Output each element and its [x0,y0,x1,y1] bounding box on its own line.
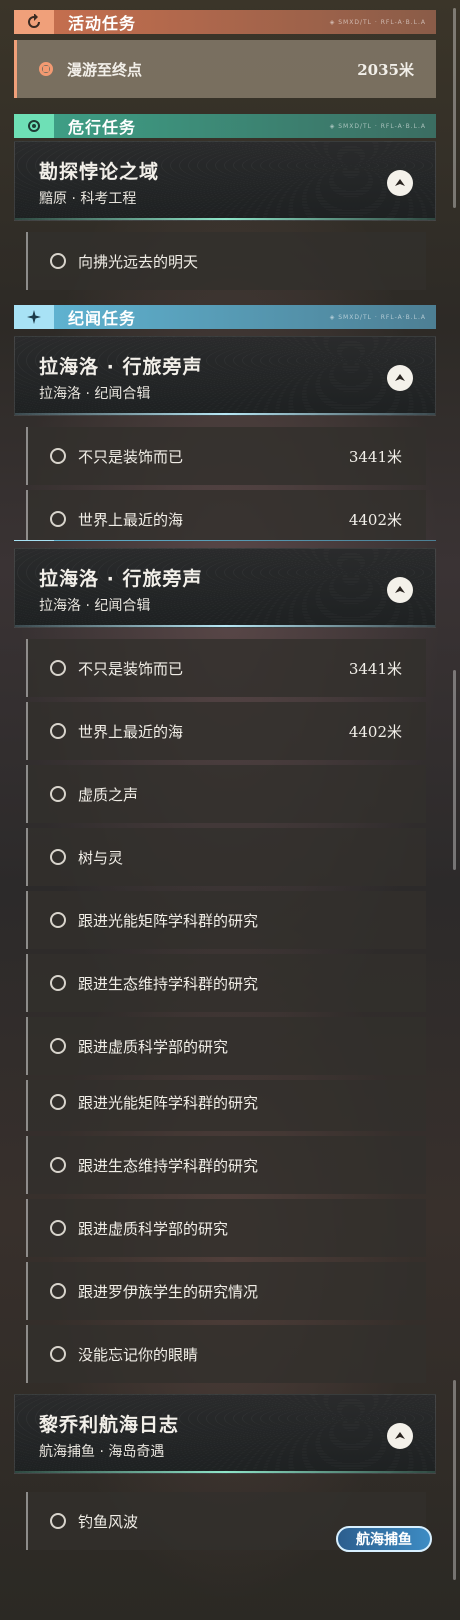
step-radio-icon [50,660,66,676]
quest-subtitle: 拉海洛 · 纪闻合辑 [39,386,151,402]
quest-subtitle: 拉海洛 · 纪闻合辑 [39,598,151,614]
quest-step-label: 虚质之声 [78,785,139,804]
quest-distance: 2035米 [357,60,414,79]
quest-step-row[interactable]: 跟进光能矩阵学科群的研究 [26,891,426,949]
quest-step-label: 跟进生态维持学科群的研究 [78,1156,259,1175]
quest-card-lore[interactable]: 拉海洛 · 行旅旁声 拉海洛 · 纪闻合辑 [14,548,436,628]
step-radio-icon [50,1220,66,1236]
step-radio-icon [50,1513,66,1529]
step-radio-icon [50,975,66,991]
collapse-chevron-icon[interactable] [387,577,413,603]
quest-step-row[interactable]: 树与灵 [26,828,426,886]
quest-step-label: 跟进光能矩阵学科群的研究 [78,1093,259,1112]
header-deco-text: ◈ SMXD/TL · RFL-A·B.L.A [329,122,426,130]
step-radio-icon [50,1094,66,1110]
step-radio-icon [50,786,66,802]
sparkle-icon [14,305,54,329]
collapse-chevron-icon[interactable] [387,365,413,391]
lore-quests-header: 纪闻任务 [14,540,436,541]
section-title: 纪闻任务 [68,540,136,541]
quest-step-label: 世界上最近的海 [78,722,184,741]
step-radio-icon [50,912,66,928]
section-title: 纪闻任务 [68,309,137,328]
quest-step-row[interactable]: 向拂光远去的明天 [26,232,426,290]
quest-step-row[interactable]: 不只是装饰而已 3441米 [26,427,426,485]
quest-subtitle: 航海捕鱼 · 海岛奇遇 [39,1444,165,1460]
step-radio-icon [50,723,66,739]
step-radio-icon [50,849,66,865]
quest-step-row[interactable]: 跟进生态维持学科群的研究 [26,954,426,1012]
quest-step-label: 不只是装饰而已 [78,659,184,678]
step-radio-icon [50,253,66,269]
quest-title: 勘探悖论之域 [39,161,160,183]
active-quest-row[interactable]: 漫游至终点 2035米 [14,40,436,98]
quest-step-row[interactable]: 跟进虚质科学部的研究 [26,1017,426,1075]
quest-card-lore[interactable]: 拉海洛 · 行旅旁声 拉海洛 · 纪闻合辑 [14,336,436,416]
collapse-chevron-icon[interactable] [387,170,413,196]
quest-card-danger[interactable]: 勘探悖论之域 黯原 · 科考工程 [14,141,436,221]
quest-title: 拉海洛 · 行旅旁声 [39,356,203,378]
step-radio-icon [50,1038,66,1054]
scrollbar[interactable] [453,1380,456,1580]
quest-step-label: 向拂光远去的明天 [78,252,199,271]
quest-title: 拉海洛 · 行旅旁声 [39,568,203,590]
scrollbar[interactable] [453,670,456,870]
quest-step-label: 跟进虚质科学部的研究 [78,1037,229,1056]
tracked-quest-icon [39,62,53,76]
quest-step-label: 不只是装饰而已 [78,447,184,466]
active-quests-header: 活动任务 ◈ SMXD/TL · RFL-A·B.L.A [14,10,436,34]
quest-step-label: 跟进虚质科学部的研究 [78,1219,229,1238]
quest-refresh-icon [14,10,54,34]
quest-step-row[interactable]: 世界上最近的海 4402米 [26,490,426,540]
quest-subtitle: 黯原 · 科考工程 [39,191,137,207]
header-deco-text: ◈ SMXD/TL · RFL-A·B.L.A [329,313,426,321]
step-radio-icon [50,1283,66,1299]
screenshot-segment-1: 活动任务 ◈ SMXD/TL · RFL-A·B.L.A 漫游至终点 2035米… [0,0,460,540]
scrollbar[interactable] [453,8,456,208]
quest-distance: 4402米 [348,722,402,741]
quest-step-row[interactable]: 跟进光能矩阵学科群的研究 [26,1080,426,1131]
quest-step-row[interactable]: 虚质之声 [26,765,426,823]
quest-step-label: 跟进光能矩阵学科群的研究 [78,911,259,930]
quest-step-label: 漫游至终点 [67,60,143,79]
quest-step-label: 跟进生态维持学科群的研究 [78,974,259,993]
quest-step-row[interactable]: 不只是装饰而已 3441米 [26,639,426,697]
sparkle-icon [14,540,54,541]
quest-step-row[interactable]: 没能忘记你的眼睛 [26,1325,426,1383]
step-radio-icon [50,1157,66,1173]
quest-step-row[interactable]: 跟进罗伊族学生的研究情况 [26,1262,426,1320]
quest-step-label: 世界上最近的海 [78,510,184,529]
section-title: 危行任务 [68,118,137,137]
gear-flower-icon [14,114,54,138]
fishing-event-badge[interactable]: 航海捕鱼 [336,1526,432,1552]
quest-distance: 3441米 [348,659,402,678]
step-radio-icon [50,448,66,464]
header-deco-text: ◈ SMXD/TL · RFL-A·B.L.A [329,18,426,26]
quest-title: 黎乔利航海日志 [39,1414,180,1436]
screenshot-segment-2: 纪闻任务 拉海洛 · 行旅旁声 拉海洛 · 纪闻合辑 不只是装饰而已 3441米… [0,540,460,1080]
quest-step-row[interactable]: 跟进生态维持学科群的研究 [26,1136,426,1194]
lore-quests-header: 纪闻任务 ◈ SMXD/TL · RFL-A·B.L.A [14,305,436,329]
quest-step-label: 树与灵 [78,848,124,867]
quest-step-label: 没能忘记你的眼睛 [78,1345,199,1364]
quest-step-row[interactable]: 世界上最近的海 4402米 [26,702,426,760]
step-radio-icon [50,511,66,527]
quest-step-label: 跟进罗伊族学生的研究情况 [78,1282,259,1301]
quest-step-label: 钓鱼风波 [78,1512,139,1531]
quest-distance: 3441米 [348,447,402,466]
quest-step-row[interactable]: 跟进虚质科学部的研究 [26,1199,426,1257]
section-title: 活动任务 [68,14,137,33]
collapse-chevron-icon[interactable] [387,1423,413,1449]
danger-quests-header: 危行任务 ◈ SMXD/TL · RFL-A·B.L.A [14,114,436,138]
quest-card-fishing[interactable]: 黎乔利航海日志 航海捕鱼 · 海岛奇遇 [14,1394,436,1474]
step-radio-icon [50,1346,66,1362]
quest-distance: 4402米 [348,510,402,529]
